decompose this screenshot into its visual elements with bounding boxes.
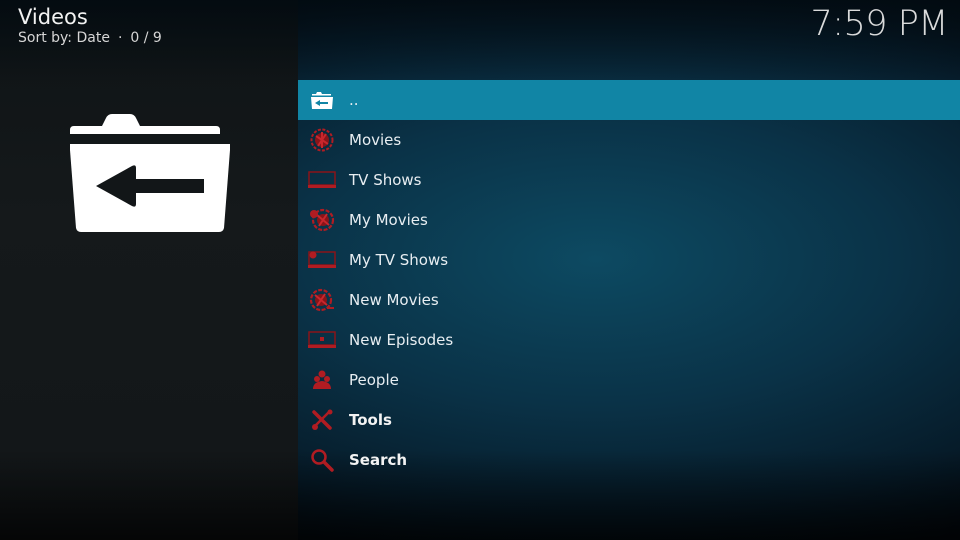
tv-icon [307,168,337,192]
search-icon [307,448,337,472]
item-label: Tools [349,411,392,429]
file-list: .. Movies TV Shows My Movies My TV Shows… [298,80,960,480]
clock: 7:59 PM [810,4,948,44]
film-reel-icon [307,288,337,312]
folder-back-icon [70,114,230,232]
sort-label[interactable]: Sort by: Date [18,30,110,46]
list-item-search[interactable]: Search [298,440,960,480]
people-icon [307,368,337,392]
item-position: 0 / 9 [130,30,162,46]
page-title: Videos [18,5,88,29]
list-item-people[interactable]: People [298,360,960,400]
header: Videos Sort by: Date · 0 / 9 [18,4,162,46]
list-item-new-episodes[interactable]: New Episodes [298,320,960,360]
item-label: My TV Shows [349,251,449,269]
list-item-movies[interactable]: Movies [298,120,960,160]
folder-back-icon [307,88,337,112]
film-reel-icon [307,208,337,232]
list-item-new-movies[interactable]: New Movies [298,280,960,320]
list-item-parent-folder[interactable]: .. [298,80,960,120]
list-item-tv-shows[interactable]: TV Shows [298,160,960,200]
item-label: TV Shows [349,171,422,189]
item-label: Movies [349,131,402,149]
list-item-tools[interactable]: Tools [298,400,960,440]
sort-info: Sort by: Date · 0 / 9 [18,30,162,46]
tv-icon [307,328,337,352]
item-label: New Episodes [349,331,454,349]
item-label: .. [349,91,359,109]
separator: · [117,30,123,46]
tools-icon [307,408,337,432]
film-reel-icon [307,128,337,152]
info-panel [0,0,298,540]
tv-icon [307,248,337,272]
item-label: People [349,371,399,389]
item-label: New Movies [349,291,439,309]
item-label: Search [349,451,408,469]
list-item-my-movies[interactable]: My Movies [298,200,960,240]
item-label: My Movies [349,211,428,229]
list-item-my-tv-shows[interactable]: My TV Shows [298,240,960,280]
